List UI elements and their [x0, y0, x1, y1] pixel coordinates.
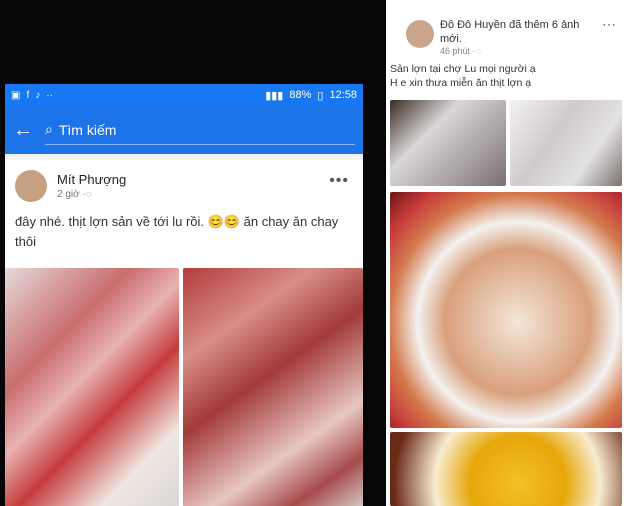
more-options-icon[interactable]: ⋯ — [602, 16, 616, 33]
phone-photo: ▣ f ♪ ·· ▮▮▮ 88% ▯ 12:58 ← ⌕ Tìm kiếm Mí… — [0, 0, 386, 506]
clock: 12:58 — [329, 88, 357, 101]
post-caption: Sản lợn tại chợ Lu mọi người ạ H e xin t… — [390, 62, 620, 90]
avatar[interactable] — [406, 20, 434, 48]
meat-photo-2[interactable] — [183, 268, 363, 506]
post-time: 2 giờ ·◌ — [57, 189, 92, 200]
top-cut-text — [386, 0, 624, 12]
photo-grid — [390, 100, 622, 506]
omelet-photo[interactable] — [390, 432, 622, 506]
more-dots-icon: ·· — [46, 89, 53, 101]
avatar[interactable] — [15, 170, 47, 202]
signal-icon: ▮▮▮ — [265, 89, 284, 102]
caption-line: H e xin thưa miễn ăn thịt lợn ạ — [390, 77, 532, 89]
meat-photo-3[interactable] — [390, 100, 506, 186]
privacy-icon: ·◌ — [472, 46, 481, 56]
battery-percent: 88% — [289, 88, 312, 101]
post-header-right: Đô Đô Huyền đã thêm 6 ảnh mới. 46 phút ·… — [390, 14, 620, 56]
more-options-icon[interactable]: ••• — [329, 172, 349, 190]
music-icon: ♪ — [35, 89, 41, 101]
search-input[interactable]: ⌕ Tìm kiếm — [45, 116, 355, 145]
facebook-icon: f — [26, 89, 30, 101]
author-name[interactable]: Mít Phượng — [57, 172, 126, 187]
screenshot-panel: Đô Đô Huyền đã thêm 6 ảnh mới. 46 phút ·… — [386, 0, 624, 506]
search-bar: ← ⌕ Tìm kiếm — [5, 106, 363, 154]
post-time: 46 phút ·◌ — [440, 46, 481, 56]
post-card: Mít Phượng 2 giờ ·◌ ••• đây nhé. thịt lợ… — [5, 160, 363, 506]
eggs-photo[interactable] — [390, 192, 622, 428]
status-bar: ▣ f ♪ ·· ▮▮▮ 88% ▯ 12:58 — [5, 84, 363, 106]
meat-photo-1[interactable] — [5, 268, 179, 506]
battery-icon: ▯ — [317, 89, 324, 102]
author-line[interactable]: Đô Đô Huyền đã thêm 6 ảnh mới. — [440, 18, 600, 46]
post-text: đây nhé. thịt lợn sản về tới lu rồi. 😊😊 … — [15, 214, 339, 249]
post-header: Mít Phượng 2 giờ ·◌ ••• — [5, 160, 363, 208]
search-icon: ⌕ — [45, 121, 53, 137]
caption-line: Sản lợn tại chợ Lu mọi người ạ — [390, 63, 536, 75]
search-placeholder: Tìm kiếm — [58, 121, 117, 138]
meat-photo-4[interactable] — [510, 100, 622, 186]
phone-screen: ▣ f ♪ ·· ▮▮▮ 88% ▯ 12:58 ← ⌕ Tìm kiếm Mí… — [5, 84, 363, 506]
notification-icon: ▣ — [11, 89, 21, 101]
post-photos — [5, 262, 363, 506]
privacy-icon: ·◌ — [82, 189, 92, 200]
back-arrow-icon[interactable]: ← — [13, 119, 39, 142]
